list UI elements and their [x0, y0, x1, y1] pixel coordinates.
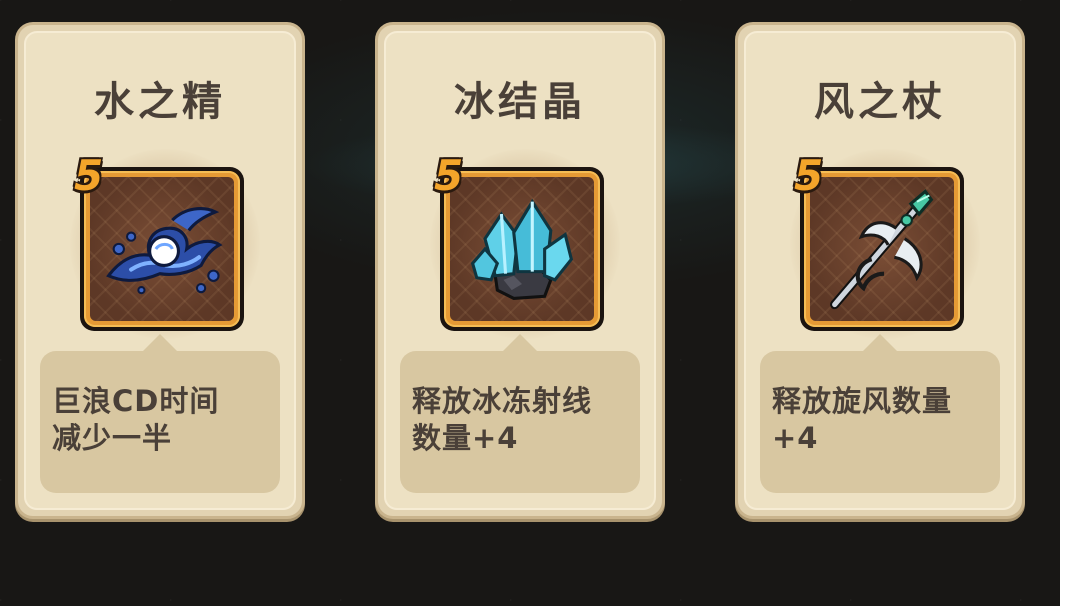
card-ice-crystal[interactable]: 冰结晶 5 释放冰冻射线 数量+4 — [375, 22, 665, 519]
card-title: 水之精 — [94, 79, 226, 125]
description-box: 巨浪CD时间 减少一半 — [40, 334, 280, 493]
card-title: 冰结晶 — [454, 79, 586, 125]
card-water-essence[interactable]: 水之精 5 巨浪CD时间 减少一半 — [15, 22, 305, 519]
item-frame — [80, 167, 244, 331]
rank-badge: 5 — [434, 151, 464, 200]
card-description: 巨浪CD时间 减少一半 — [52, 384, 220, 456]
wind-staff-icon — [830, 189, 934, 310]
rank-badge: 5 — [794, 151, 824, 200]
ice-crystal-icon — [470, 198, 574, 300]
card-title: 风之杖 — [814, 79, 946, 125]
water-splash-icon — [106, 207, 223, 295]
card-description: 释放冰冻射线 数量+4 — [412, 384, 593, 456]
item-frame — [440, 167, 604, 331]
item-frame — [800, 167, 964, 331]
rank-badge: 5 — [74, 151, 104, 200]
description-box: 释放旋风数量 +4 — [760, 334, 1000, 493]
card-wind-staff[interactable]: 风之杖 5 释放旋风数量 +4 — [735, 22, 1025, 519]
card-description: 释放旋风数量 +4 — [772, 384, 953, 456]
description-box: 释放冰冻射线 数量+4 — [400, 334, 640, 493]
